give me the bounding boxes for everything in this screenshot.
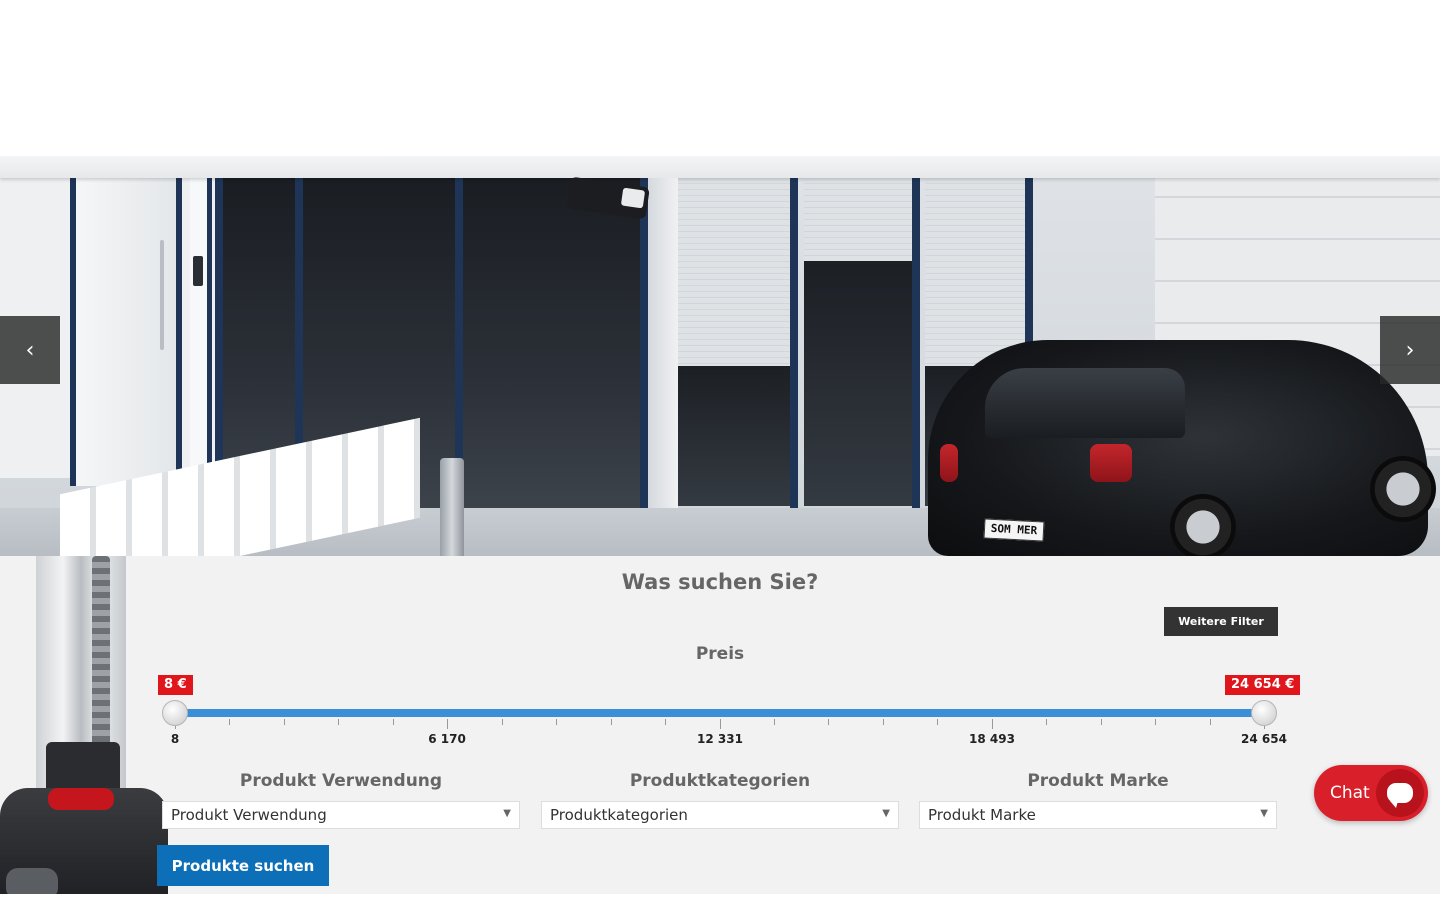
filter-label-usage: Produkt Verwendung (239, 771, 443, 791)
panel-bottom-border (0, 894, 1440, 900)
hero-window-frame (790, 156, 798, 508)
license-plate: SOM MER (983, 518, 1045, 542)
hero-door-side-panel (190, 176, 212, 496)
price-tick-label: 6 170 (428, 732, 466, 746)
price-tick-label: 18 493 (969, 732, 1015, 746)
header-area (0, 0, 1440, 156)
price-max-badge: 24 654 € (1225, 675, 1301, 695)
price-slider-major-tick (991, 719, 993, 729)
hero-roller-shutter (925, 166, 1025, 366)
search-title: Was suchen Sie? (621, 570, 819, 594)
hero-car-wheel (1170, 494, 1236, 556)
hero-door-handle (160, 240, 164, 350)
price-tick-label: 24 654 (1241, 732, 1287, 746)
price-slider-track[interactable] (175, 709, 1265, 717)
chevron-right-icon: › (1405, 337, 1415, 363)
dropdown-arrow-icon: ▼ (1260, 808, 1268, 819)
motor-release-knob (48, 788, 114, 810)
hero-window-frame (640, 178, 648, 508)
hero-car-tail-light (1090, 444, 1132, 482)
price-slider-minor-tick (283, 719, 285, 725)
hero-pillar (648, 178, 678, 538)
filter-label-category: Produktkategorien (629, 771, 811, 791)
slider-prev-button[interactable]: ‹ (0, 316, 60, 384)
price-slider-minor-tick (1155, 719, 1157, 725)
price-slider-minor-tick (610, 719, 612, 725)
brand-select[interactable]: Produkt Marke ▼ (919, 801, 1277, 829)
search-products-button[interactable]: Produkte suchen (157, 845, 329, 886)
price-slider-minor-tick (338, 719, 340, 725)
hero-roof-overhang (0, 156, 1440, 178)
price-slider-minor-tick (937, 719, 939, 725)
price-min-badge: 8 € (158, 675, 193, 695)
chat-bubble-shape (1387, 783, 1413, 808)
price-filter-label: Preis (695, 644, 745, 664)
slider-next-button[interactable]: › (1380, 316, 1440, 384)
hero-car-rear-window (985, 368, 1185, 438)
price-slider-min-handle[interactable] (162, 700, 188, 726)
price-slider-major-tick (447, 719, 449, 729)
price-slider-minor-tick (1100, 719, 1102, 725)
price-slider-minor-tick (773, 719, 775, 725)
price-slider-minor-tick (1046, 719, 1048, 725)
category-select-value: Produktkategorien (550, 806, 688, 824)
price-tick-label: 12 331 (697, 732, 743, 746)
hero-window (804, 261, 912, 506)
price-slider-minor-tick (556, 719, 558, 725)
price-slider-minor-tick (501, 719, 503, 725)
security-camera-lens (620, 187, 646, 209)
price-slider-minor-tick (229, 719, 231, 725)
filter-label-brand: Produkt Marke (1027, 771, 1169, 791)
hero-intercom (193, 256, 203, 286)
category-select[interactable]: Produktkategorien ▼ (541, 801, 899, 829)
more-filters-button[interactable]: Weitere Filter (1164, 607, 1278, 636)
hero-roller-shutter (678, 166, 790, 366)
hero-window-frame (912, 156, 920, 508)
price-slider-minor-tick (1209, 719, 1211, 725)
brand-select-value: Produkt Marke (928, 806, 1036, 824)
dropdown-arrow-icon: ▼ (882, 808, 890, 819)
price-tick-label: 8 (170, 732, 180, 746)
hero-roller-shutter (804, 166, 912, 261)
hero-car-tail-light (940, 444, 958, 482)
price-slider-max-handle[interactable] (1251, 700, 1277, 726)
price-slider-minor-tick (392, 719, 394, 725)
chevron-left-icon: ‹ (25, 337, 35, 363)
page: SOM MER ‹ › Was suchen Sie? Weitere Filt… (0, 0, 1440, 900)
hero-car-wheel (1370, 456, 1436, 522)
price-slider-major-tick (719, 719, 721, 729)
hero-window-frame (215, 178, 223, 508)
price-slider-minor-tick (665, 719, 667, 725)
dropdown-arrow-icon: ▼ (503, 808, 511, 819)
garage-door-motor-image (0, 556, 168, 900)
usage-select-value: Produkt Verwendung (171, 806, 327, 824)
price-slider-minor-tick (882, 719, 884, 725)
hero-window (678, 366, 790, 506)
hero-bollard-light (440, 458, 464, 556)
hero-front-door (70, 166, 182, 486)
hero-slider: SOM MER (0, 156, 1440, 556)
chat-bubble-icon[interactable] (1376, 769, 1424, 817)
usage-select[interactable]: Produkt Verwendung ▼ (162, 801, 520, 829)
price-slider-minor-tick (828, 719, 830, 725)
chat-label: Chat (1330, 783, 1370, 803)
